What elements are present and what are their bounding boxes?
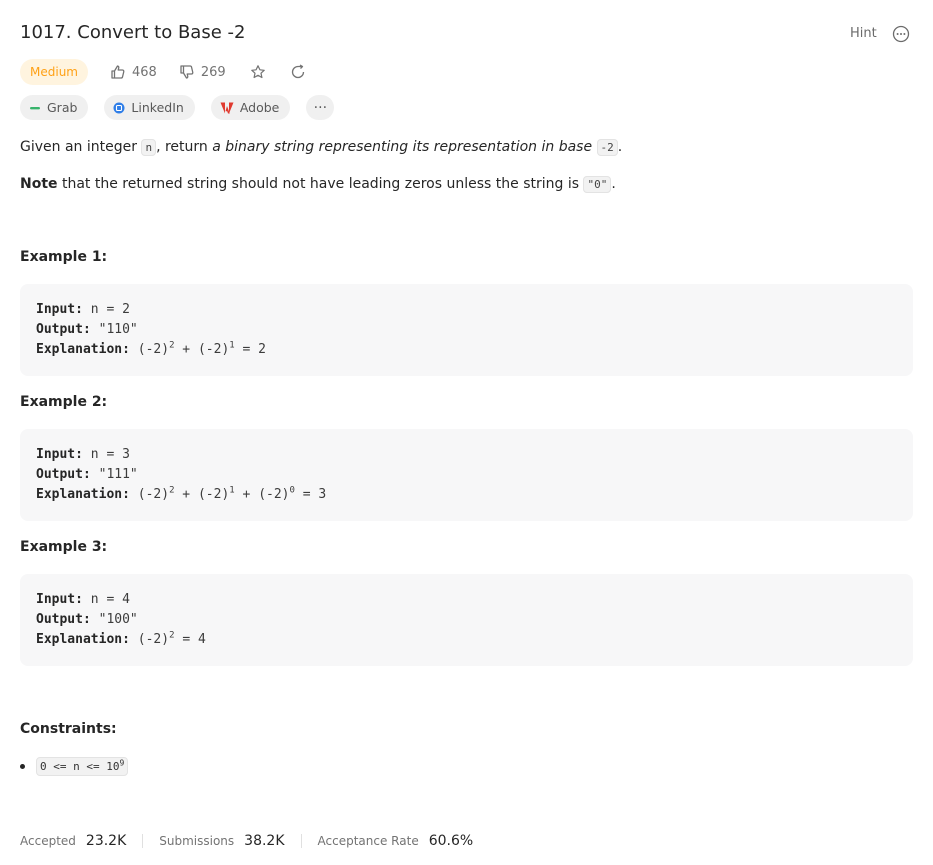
more-tags-button[interactable]: ··· — [306, 95, 335, 120]
inline-code: "0" — [583, 176, 612, 193]
constraints-heading: Constraints: — [20, 721, 117, 737]
example-heading: Example 3: — [20, 539, 108, 555]
example-block: Input: n = 2 Output: "110" Explanation: … — [20, 284, 913, 376]
linkedin-icon — [113, 102, 125, 113]
constraint-code: 0 <= n <= 109 — [36, 757, 129, 776]
stats-bar: Accepted 23.2K Submissions 38.2K Accepta… — [20, 833, 473, 849]
more-options-icon[interactable] — [892, 25, 910, 43]
acceptance-rate-value: 60.6% — [428, 833, 474, 849]
example-heading: Example 1: — [20, 249, 108, 265]
accepted-value: 23.2K — [85, 833, 127, 849]
description-paragraph: Given an integer n, return a binary stri… — [20, 139, 623, 156]
problem-meta-row: Medium 468 269 — [20, 59, 306, 85]
example-block: Input: n = 3 Output: "111" Explanation: … — [20, 429, 913, 521]
tag-label: Adobe — [239, 100, 280, 115]
dislike-count: 269 — [200, 64, 226, 80]
company-tags-row: Grab LinkedIn Adobe ··· — [20, 95, 350, 120]
tag-linkedin[interactable]: LinkedIn — [104, 95, 195, 120]
submissions-value: 38.2K — [244, 833, 285, 849]
bullet — [20, 764, 25, 769]
thumbs-down-icon — [180, 65, 194, 79]
example-heading: Example 2: — [20, 394, 108, 410]
accepted-label: Accepted — [20, 834, 76, 848]
like-count: 468 — [131, 64, 157, 80]
tag-grab[interactable]: Grab — [20, 95, 89, 120]
submissions-label: Submissions — [159, 834, 235, 848]
problem-title: 1017. Convert to Base -2 — [20, 22, 246, 43]
like-button[interactable]: 468 — [110, 64, 157, 80]
adobe-icon — [220, 102, 234, 113]
example-block: Input: n = 4 Output: "100" Explanation: … — [20, 574, 913, 666]
tag-adobe[interactable]: Adobe — [210, 95, 291, 120]
tag-label: Grab — [47, 100, 78, 115]
divider — [300, 834, 302, 848]
tag-label: LinkedIn — [131, 100, 184, 115]
hint-button[interactable]: Hint — [850, 26, 877, 41]
dislike-button[interactable]: 269 — [179, 64, 226, 80]
inline-code: -2 — [596, 139, 618, 156]
star-icon[interactable] — [250, 64, 266, 80]
share-icon[interactable] — [290, 64, 306, 80]
difficulty-badge: Medium — [20, 59, 88, 85]
inline-code: n — [141, 139, 157, 156]
grab-icon — [30, 106, 40, 109]
divider — [142, 834, 144, 848]
acceptance-rate-label: Acceptance Rate — [317, 834, 419, 848]
constraint-item: 0 <= n <= 109 — [20, 757, 129, 776]
note-paragraph: Note that the returned string should not… — [20, 176, 616, 193]
thumbs-up-icon — [111, 65, 125, 79]
